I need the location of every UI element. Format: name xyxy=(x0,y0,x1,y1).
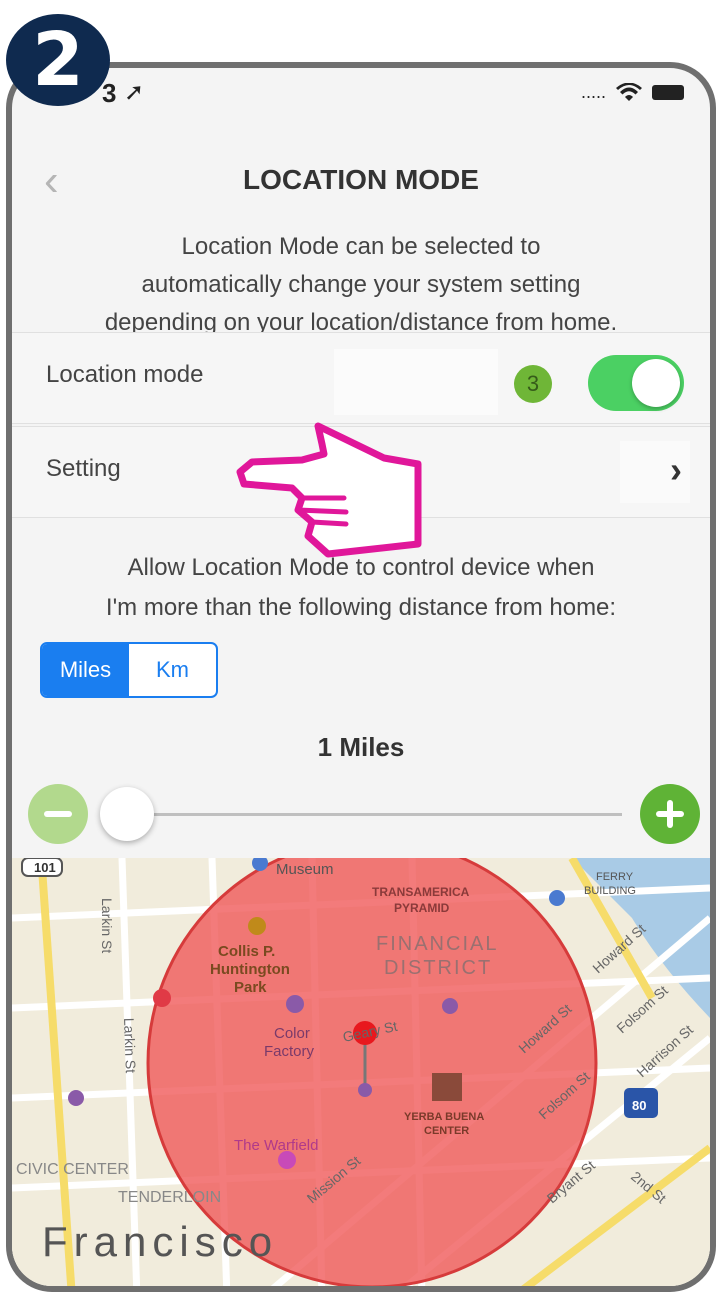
status-indicators: ..... xyxy=(581,82,684,103)
place-label: Color xyxy=(274,1025,310,1042)
place-label: TRANSAMERICA xyxy=(372,885,470,899)
highway-label: 80 xyxy=(632,1098,646,1113)
place-label: Museum xyxy=(276,861,334,878)
place-label: YERBA BUENA xyxy=(404,1111,484,1123)
place-label: BUILDING xyxy=(584,885,636,897)
location-mode-row: Location mode 3 xyxy=(12,332,710,424)
description-text: Location Mode can be selected to automat… xyxy=(42,228,680,342)
district-label: FINANCIAL xyxy=(376,933,498,955)
place-label: Park xyxy=(234,979,267,996)
distance-value: 1 Miles xyxy=(317,732,405,762)
allow-line: I'm more than the following distance fro… xyxy=(105,594,617,621)
place-label: FERRY xyxy=(596,871,634,883)
step-number-badge: 2 xyxy=(6,14,110,106)
place-label: Factory xyxy=(264,1043,315,1060)
location-arrow-icon: ➚ xyxy=(124,79,145,106)
slider-track[interactable] xyxy=(122,813,622,816)
district-label: CIVIC CENTER xyxy=(16,1161,129,1178)
decrease-button[interactable] xyxy=(28,784,88,844)
status-bar: 3 ➚ ..... xyxy=(12,68,710,124)
pointing-hand-icon xyxy=(236,422,422,558)
slider-thumb[interactable] xyxy=(100,787,154,841)
phone-frame: 3 ➚ ..... ‹ LOCATION MODE Location Mode … xyxy=(6,62,716,1292)
navigation-bar: ‹ LOCATION MODE xyxy=(12,154,710,214)
battery-icon xyxy=(652,85,684,100)
setting-label: Setting xyxy=(46,455,121,482)
annotation-number-badge: 3 xyxy=(514,365,552,403)
increase-button[interactable] xyxy=(640,784,700,844)
description-line: automatically change your system setting xyxy=(141,271,581,298)
distance-slider xyxy=(12,778,710,848)
place-label: CENTER xyxy=(424,1125,469,1137)
highway-label: 101 xyxy=(34,860,56,875)
chevron-right-icon: › xyxy=(670,449,682,490)
street-label: Larkin St xyxy=(99,898,115,953)
district-label: TENDERLOIN xyxy=(118,1189,221,1206)
carrier-dots: ..... xyxy=(580,82,606,102)
toggle-knob xyxy=(632,359,680,407)
location-mode-label: Location mode xyxy=(46,361,204,388)
place-label: Collis P. xyxy=(218,943,275,960)
place-label: Huntington xyxy=(210,961,290,978)
page-title: LOCATION MODE xyxy=(243,164,479,195)
map-view[interactable]: 101 Larkin St Larkin St Museum TRANSAMER… xyxy=(12,858,710,1286)
map-graphic: 101 Larkin St Larkin St Museum TRANSAMER… xyxy=(12,858,710,1286)
blank-area xyxy=(334,349,498,415)
status-time: 3 xyxy=(102,78,117,108)
description-line: Location Mode can be selected to xyxy=(181,233,541,260)
unit-km-button[interactable]: Km xyxy=(129,644,216,696)
unit-segmented-control: Miles Km xyxy=(40,642,218,698)
city-label: Francisco xyxy=(42,1218,278,1265)
place-label: PYRAMID xyxy=(394,901,450,915)
unit-miles-button[interactable]: Miles xyxy=(42,644,129,696)
wifi-icon xyxy=(616,82,642,101)
place-label: The Warfield xyxy=(234,1137,318,1154)
location-mode-toggle[interactable] xyxy=(588,355,684,411)
street-label: Larkin St xyxy=(121,1018,139,1074)
district-label: DISTRICT xyxy=(384,957,492,979)
